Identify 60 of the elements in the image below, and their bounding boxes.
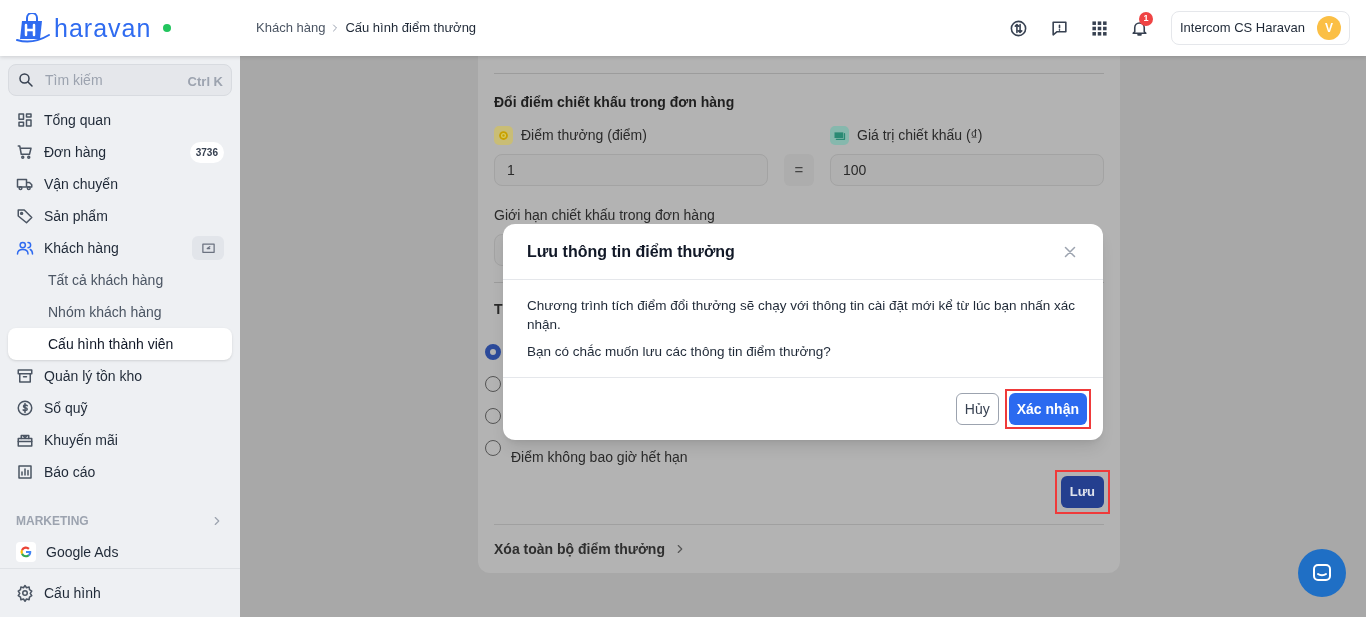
dialog-title: Lưu thông tin điểm thưởng — [527, 241, 735, 262]
shortcut-hint: Ctrl K — [187, 73, 223, 91]
search-icon — [17, 71, 35, 89]
coin-icon — [494, 126, 513, 145]
logo-text: haravan — [54, 15, 152, 41]
nav-subitem[interactable]: Tất cả khách hàng — [0, 264, 240, 296]
equals-sign: = — [784, 154, 814, 186]
account-name: Intercom CS Haravan — [1180, 19, 1305, 38]
nav-subitem[interactable]: Nhóm khách hàng — [0, 296, 240, 328]
nav-item[interactable]: Tổng quan — [0, 104, 240, 136]
nav-item[interactable]: Sổ quỹ — [0, 392, 240, 424]
nav-icon — [16, 111, 34, 129]
breadcrumb-link[interactable]: Khách hàng — [256, 18, 326, 38]
section-title: T — [494, 300, 503, 319]
dialog-message: Chương trình tích điểm đổi thưởng sẽ chạy với thông tin cài đặt mới kể từ lúc bạn nhấn xác nhận. — [527, 297, 1077, 334]
chat-launcher[interactable] — [1298, 549, 1346, 597]
notification-badge: 1 — [1139, 11, 1153, 26]
save-button[interactable]: Lưu — [1060, 476, 1104, 508]
breadcrumb-current: Cấu hình điểm thưởng — [345, 19, 477, 38]
nav-item[interactable]: Khách hàng — [0, 232, 240, 264]
settings-icon — [16, 584, 34, 602]
screen-icon — [200, 240, 216, 256]
count-badge: 3736 — [189, 141, 224, 163]
nav-item[interactable]: Đơn hàng 3736 — [0, 136, 240, 168]
pin-button[interactable] — [192, 236, 224, 260]
number-field[interactable]: 1 — [494, 154, 768, 186]
radio-label: Điểm không bao giờ hết hạn — [511, 449, 688, 465]
section-heading: MARKETING — [16, 512, 90, 530]
field-label: Điểm thưởng (điểm) — [521, 126, 647, 145]
nav-icon — [16, 367, 34, 385]
number-field[interactable]: 100 — [830, 154, 1104, 186]
nav-icon — [16, 399, 34, 417]
bag-logo-icon — [16, 13, 50, 43]
nav-item[interactable]: Cấu hình — [0, 577, 240, 609]
cancel-button[interactable]: Hủy — [955, 393, 999, 425]
feedback-icon[interactable] — [1050, 18, 1069, 38]
google-icon — [16, 542, 36, 563]
reset-link[interactable]: Xóa toàn bộ điểm thưởng — [494, 538, 665, 560]
account-button[interactable]: Intercom CS Haravan V — [1171, 11, 1350, 45]
nav-icon — [16, 239, 34, 257]
nav-item[interactable]: Sản phẩm — [0, 200, 240, 232]
nav-item[interactable]: Vận chuyển — [0, 168, 240, 200]
nav-item[interactable]: Google Ads — [0, 536, 240, 568]
nav-icon — [16, 207, 34, 225]
nav-item[interactable]: Quản lý tồn kho — [0, 360, 240, 392]
nav-item[interactable]: Báo cáo — [0, 456, 240, 488]
avatar: V — [1317, 16, 1341, 40]
exchange-icon[interactable] — [1009, 18, 1028, 38]
radio-button[interactable] — [485, 344, 501, 360]
field-label: Giới hạn chiết khấu trong đơn hàng — [494, 206, 716, 225]
confirm-button[interactable]: Xác nhận — [1008, 393, 1087, 425]
nav-item[interactable]: Khuyến mãi — [0, 424, 240, 456]
nav-subitem[interactable]: Cấu hình thành viên — [8, 328, 232, 360]
dialog-message: Bạn có chắc muốn lưu các thông tin điểm thưởng? — [527, 343, 832, 361]
nav-icon — [16, 463, 34, 481]
apps-grid-icon[interactable] — [1091, 19, 1108, 37]
nav-icon — [16, 143, 34, 161]
section-title: Đổi điểm chiết khấu trong đơn hàng — [494, 93, 736, 112]
cash-icon — [830, 126, 849, 145]
field-label: Giá trị chiết khấu (₫) — [857, 126, 983, 145]
